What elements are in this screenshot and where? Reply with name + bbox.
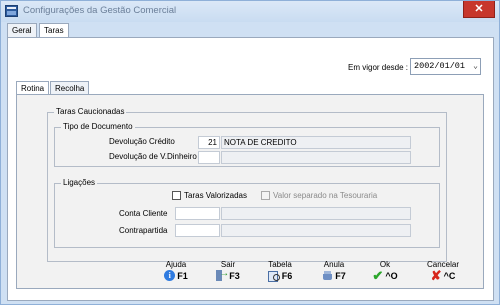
devolucao-vdinheiro-code[interactable] [198, 151, 220, 164]
valor-separado-label[interactable]: Valor separado na Tesouraria [273, 191, 377, 200]
exit-icon [216, 268, 229, 281]
taras-caucionadas-title: Taras Caucionadas [54, 107, 127, 116]
devolucao-vdinheiro-label: Devolução de V.Dinheiro [109, 152, 197, 161]
main-area: Geral Taras Em vigor desde : 2002/01/01 … [7, 23, 494, 301]
vigor-date-select[interactable]: 2002/01/01 ⌄ [410, 58, 481, 75]
anula-label: Anula [323, 260, 345, 269]
ok-key: ^O [385, 270, 398, 281]
cancelar-key: ^C [443, 270, 456, 281]
ok-button[interactable]: Ok ✔ ^O [367, 260, 403, 282]
conta-cliente-code[interactable] [175, 207, 220, 220]
tipo-documento-title: Tipo de Documento [61, 122, 135, 131]
taras-caucionadas-group: Taras Caucionadas Tipo de Documento Devo… [47, 107, 447, 262]
sair-button[interactable]: Sair F3 [210, 260, 246, 282]
sair-key: F3 [229, 270, 240, 281]
contrapartida-code[interactable] [175, 224, 220, 237]
checkmark-icon: ✔ [372, 268, 384, 283]
ajuda-key: F1 [177, 270, 188, 281]
ligacoes-group: Ligações Taras Valorizadas Valor separad… [54, 178, 440, 248]
ajuda-label: Ajuda [165, 260, 187, 269]
title-bar[interactable]: Configurações da Gestão Comercial ✕ [1, 1, 499, 22]
devolucao-credito-label: Devolução Crédito [109, 137, 175, 146]
info-icon: i [164, 270, 176, 281]
ajuda-button[interactable]: Ajuda i F1 [158, 260, 194, 282]
valor-separado-checkbox[interactable] [261, 191, 270, 200]
cancel-x-icon: ✘ [430, 268, 442, 283]
rotina-panel: Taras Caucionadas Tipo de Documento Devo… [16, 94, 484, 289]
tab-taras[interactable]: Taras [39, 23, 69, 38]
chevron-down-icon[interactable]: ⌄ [473, 59, 478, 74]
taras-valorizadas-label[interactable]: Taras Valorizadas [184, 191, 247, 200]
subtab-recolha[interactable]: Recolha [50, 81, 90, 94]
conta-cliente-label: Conta Cliente [119, 209, 168, 218]
table-search-icon [267, 270, 280, 282]
cancelar-button[interactable]: Cancelar ✘ ^C [425, 260, 461, 282]
devolucao-credito-description: NOTA DE CREDITO [221, 136, 411, 149]
vigor-date-value: 2002/01/01 [414, 61, 466, 71]
devolucao-vdinheiro-description [221, 151, 411, 164]
vigor-label: Em vigor desde : [348, 63, 409, 72]
devolucao-credito-code[interactable]: 21 [198, 136, 220, 149]
window-title: Configurações da Gestão Comercial [23, 5, 177, 16]
close-button[interactable]: ✕ [463, 1, 495, 18]
contrapartida-label: Contrapartida [119, 226, 168, 235]
tabela-label: Tabela [268, 260, 292, 269]
app-icon [5, 5, 18, 17]
tabela-key: F6 [281, 270, 293, 281]
ligacoes-title: Ligações [61, 178, 98, 187]
subtab-rotina[interactable]: Rotina [16, 81, 50, 94]
taras-valorizadas-checkbox[interactable] [172, 191, 181, 200]
contrapartida-description [221, 224, 411, 237]
taras-panel: Em vigor desde : 2002/01/01 ⌄ Rotina Rec… [7, 37, 494, 301]
tab-geral[interactable]: Geral [7, 23, 37, 37]
conta-cliente-description [221, 207, 411, 220]
anula-icon [322, 270, 333, 281]
tipo-documento-group: Tipo de Documento Devolução Crédito 21 N… [54, 122, 440, 167]
main-window: Configurações da Gestão Comercial ✕ Gera… [0, 0, 500, 305]
tabela-button[interactable]: Tabela F6 [262, 260, 298, 282]
anula-key: F7 [335, 270, 346, 281]
anula-button[interactable]: Anula F7 [316, 260, 352, 282]
